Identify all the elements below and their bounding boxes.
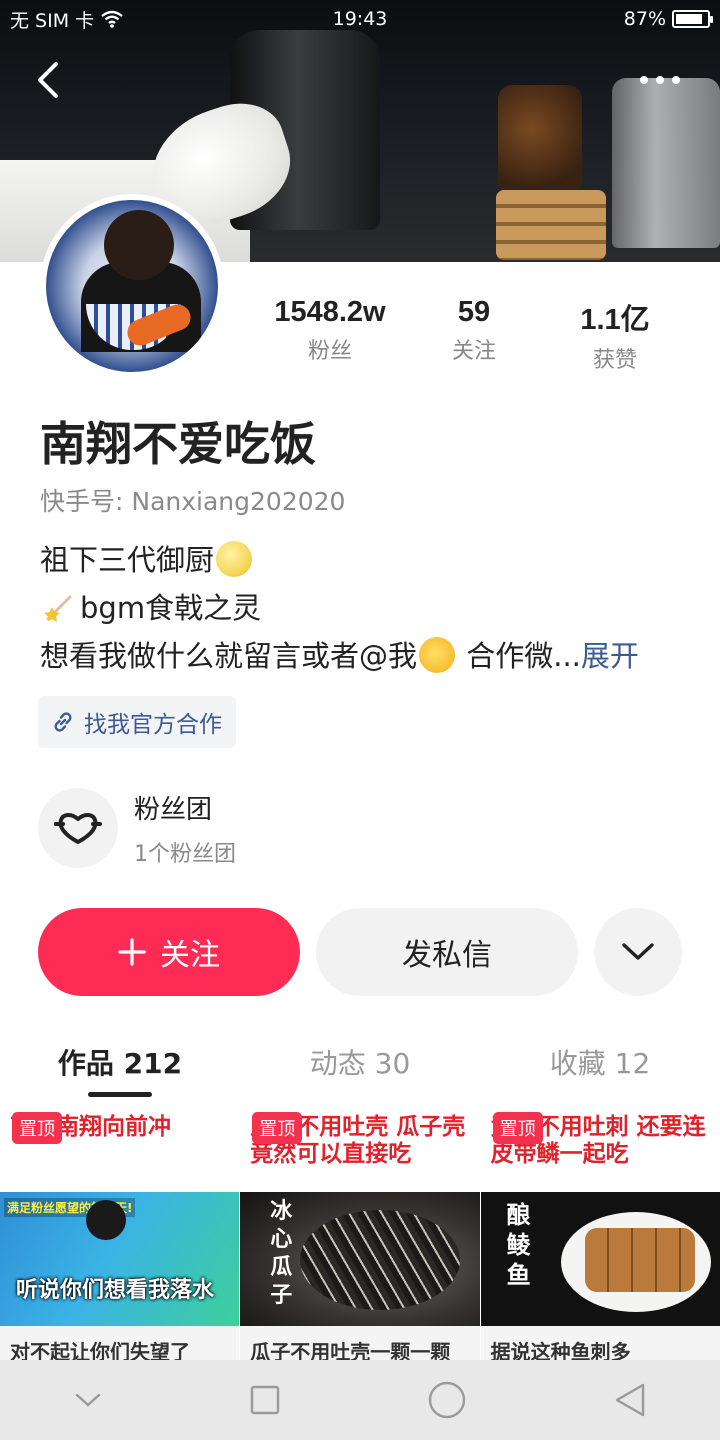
stat-following[interactable]: 59 关注 (408, 296, 540, 374)
send-message-label: 发私信 (402, 938, 492, 973)
back-triangle-icon[interactable] (613, 1382, 647, 1418)
system-navigation-bar (0, 1360, 720, 1440)
pinned-badge: 置顶 (252, 1112, 303, 1144)
pinned-badge: 置顶 (492, 1112, 543, 1144)
video-thumbnail: 满足粉丝愿望的第二天! 听说你们想看我落水 (0, 1192, 240, 1326)
fan-club[interactable]: 粉丝团 1个粉丝团 (38, 788, 236, 868)
video-footer-text: 据说这种鱼刺多 (480, 1326, 720, 1360)
chevron-down-icon (622, 943, 654, 960)
banner-cookies (496, 190, 606, 260)
avatar[interactable] (40, 194, 224, 378)
profile-name: 南翔不爱吃饭 (40, 417, 316, 471)
status-bar: 无 SIM 卡 19:43 87% (0, 0, 720, 38)
bio-line-3-tail: 合作微... (457, 639, 581, 673)
profile-tabs: 作品 212 动态 30 收藏 12 (0, 1030, 720, 1100)
stat-likes-value: 1.1亿 (580, 304, 650, 336)
tab-favorites-label: 收藏 12 (549, 1047, 651, 1080)
follow-button-label: 关注 (160, 938, 220, 973)
tab-works-label: 作品 212 (57, 1047, 183, 1080)
fan-club-title: 粉丝团 (134, 794, 213, 825)
tab-works[interactable]: 作品 212 (0, 1030, 240, 1100)
send-message-button[interactable]: 发私信 (316, 908, 578, 996)
video-card[interactable]: 瓜子不用吐壳 瓜子壳竟然可以直接吃 置顶 冰心瓜子 瓜子不用吐壳一颗一颗 (240, 1100, 480, 1360)
sweat-smile-emoji-icon (419, 637, 456, 673)
video-thumbnail: 酿鲮鱼 (480, 1192, 720, 1326)
video-card[interactable]: 竟然不用吐刺 还要连皮带鳞一起吃 置顶 酿鲮鱼 据说这种鱼刺多 (480, 1100, 720, 1360)
video-thumbnail: 冰心瓜子 (240, 1192, 480, 1326)
user-id[interactable]: 快手号: Nanxiang202020 (40, 482, 345, 518)
stat-following-value: 59 (457, 296, 491, 328)
stat-fans-label: 粉丝 (307, 339, 352, 364)
banner-jar (498, 85, 582, 195)
pinned-badge: 置顶 (12, 1112, 62, 1144)
video-footer-text: 对不起让你们失望了 (0, 1326, 240, 1360)
stat-fans[interactable]: 1548.2w 粉丝 (252, 296, 408, 374)
stat-following-label: 关注 (451, 339, 496, 364)
tab-moments-label: 动态 30 (309, 1047, 411, 1080)
tab-moments[interactable]: 动态 30 (240, 1030, 480, 1100)
bio-line-3: 想看我做什么就留言或者@我 (40, 639, 418, 673)
status-time: 19:43 (332, 8, 388, 30)
video-card[interactable]: 南翔南翔向前冲 置顶 满足粉丝愿望的第二天! 听说你们想看我落水 对不起让你们失… (0, 1100, 240, 1360)
follow-button[interactable]: 关注 (38, 908, 300, 996)
tab-active-indicator (88, 1092, 152, 1097)
profile-stats: 1548.2w 粉丝 59 关注 1.1亿 获赞 (252, 296, 692, 374)
banner-glass-jar (612, 78, 720, 248)
thumbnail-caption: 酿鲮鱼 (506, 1201, 531, 1289)
dizzy-star-emoji-icon (44, 595, 72, 622)
link-chip-label: 找我官方合作 (84, 712, 222, 738)
bio-line-2: bgm食戟之灵 (80, 591, 262, 625)
fan-club-subtitle: 1个粉丝团 (134, 841, 236, 867)
stat-fans-value: 1548.2w (274, 296, 386, 328)
official-cooperation-link[interactable]: 找我官方合作 (38, 696, 236, 748)
fan-club-icon-wrap (38, 788, 118, 868)
stat-likes-label: 获赞 (592, 348, 637, 373)
bio-line-1: 祖下三代御厨 (40, 543, 215, 577)
tab-favorites[interactable]: 收藏 12 (480, 1030, 720, 1100)
stat-likes[interactable]: 1.1亿 获赞 (540, 296, 690, 374)
home-icon[interactable] (427, 1380, 467, 1420)
thumbnail-caption: 听说你们想看我落水 (16, 1278, 215, 1303)
back-arrow-icon[interactable] (30, 58, 70, 102)
bio-expand-link[interactable]: 展开 (581, 639, 639, 673)
video-footer-text: 瓜子不用吐壳一颗一颗 (240, 1326, 480, 1360)
battery-icon (672, 10, 713, 28)
more-actions-button[interactable] (594, 908, 682, 996)
heart-icon (54, 813, 102, 844)
link-icon (54, 712, 72, 732)
profile-bio[interactable]: 祖下三代御厨 bgm食戟之灵 想看我做什么就留言或者@我 合作微...展开 (40, 536, 690, 680)
plus-icon (118, 938, 146, 966)
hide-nav-chevron-icon[interactable] (73, 1390, 103, 1410)
moon-face-emoji-icon (216, 541, 253, 577)
more-options-icon[interactable] (640, 70, 696, 90)
video-grid: 南翔南翔向前冲 置顶 满足粉丝愿望的第二天! 听说你们想看我落水 对不起让你们失… (0, 1100, 720, 1360)
thumbnail-caption: 冰心瓜子 (270, 1199, 293, 1308)
recent-apps-icon[interactable] (249, 1384, 281, 1416)
